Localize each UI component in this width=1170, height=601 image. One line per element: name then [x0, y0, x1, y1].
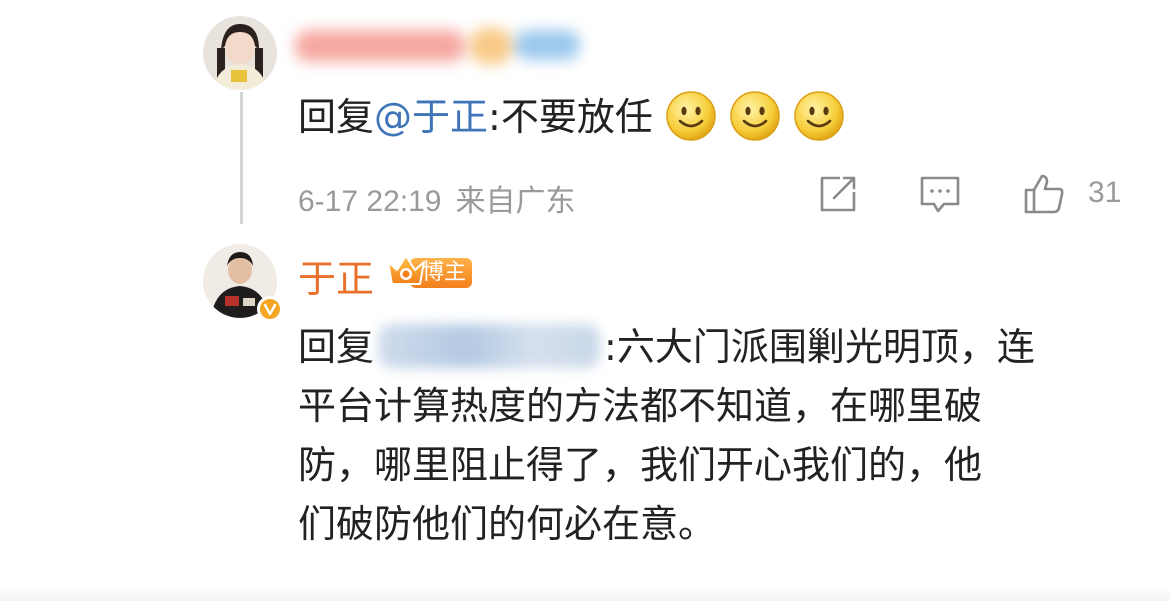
author-header: 于正 博主 — [298, 248, 480, 301]
comment-date: 6-17 22:19 — [298, 185, 442, 218]
reply-line-2: 平台计算热度的方法都不知道，在哪里破 — [298, 384, 983, 428]
author-reply-text: 回复:六大门派围剿光明顶，连 平台计算热度的方法都不知道，在哪里破 防，哪里阻止… — [298, 318, 1138, 554]
bottom-edge-shadow — [0, 587, 1170, 601]
comment-location: 来自广东 — [455, 185, 576, 218]
verified-v-icon — [257, 296, 283, 322]
mention-link[interactable]: @于正 — [374, 95, 488, 139]
comment-body: :不要放任 — [488, 95, 653, 139]
blogger-badge: 博主 — [384, 250, 480, 294]
crown-icon — [387, 254, 426, 285]
commenter-avatar[interactable] — [203, 16, 277, 90]
share-icon[interactable] — [816, 172, 860, 216]
like-count: 31 — [1088, 176, 1122, 209]
reply-prefix: 回复 — [298, 325, 375, 369]
author-name[interactable]: 于正 — [298, 257, 374, 301]
reply-line-1: 回复:六大门派围剿光明顶，连 — [298, 323, 1035, 369]
smile-emoji-icon — [794, 90, 844, 141]
reply-line-3: 防，哪里阻止得了，我们开心我们的，他 — [298, 443, 983, 487]
comment-meta-row: 6-17 22:19 来自广东 31 — [298, 172, 1128, 218]
author-avatar[interactable] — [203, 244, 283, 322]
thread-connector-line — [240, 92, 243, 224]
comment-icon[interactable] — [918, 172, 962, 216]
thumbs-up-icon[interactable] — [1022, 172, 1066, 216]
smile-emoji-icon — [666, 90, 716, 141]
reply-line-4: 们破防他们的何必在意。 — [298, 502, 717, 546]
commenter-name-blurred — [295, 22, 585, 72]
first-comment-text: 回复@于正:不要放任 — [298, 88, 845, 147]
reply-prefix: 回复 — [298, 95, 375, 139]
mention-blurred — [378, 323, 601, 368]
smile-emoji-icon — [730, 90, 780, 141]
commenter-avatar-photo — [203, 16, 277, 90]
